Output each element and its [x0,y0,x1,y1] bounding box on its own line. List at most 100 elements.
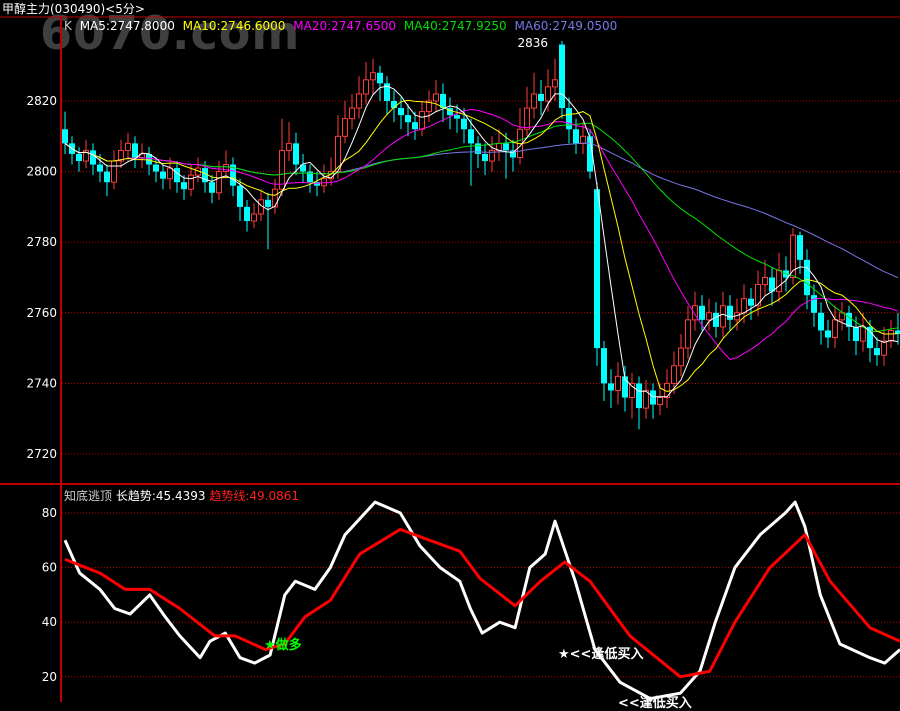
candle-up [370,72,376,81]
candle-down [90,150,96,165]
candle-down [650,390,656,405]
candle-up [832,319,838,339]
candle-down [748,298,754,306]
trend-line-value: 趋势线:49.0861 [209,489,300,503]
moving-averages [64,85,899,398]
indicator-tick-label: 40 [42,615,57,629]
candle-up [685,319,691,349]
candle-up [356,93,362,109]
candle-down [153,164,159,172]
candle-up [188,174,194,190]
candle-down [265,199,271,207]
candle-down [538,93,544,101]
candle-down [398,108,404,116]
price-tick-label: 2780 [26,235,57,249]
candle-down [573,129,579,144]
indicator-tick-label: 80 [42,506,57,520]
candle-down [636,383,642,409]
legend-k: K [64,19,72,33]
max-price-label: 2836 [517,36,548,50]
candle-up [125,142,131,151]
instrument-title: 甲醇主力(030490)<5分> [2,2,145,16]
candle-down [104,171,110,183]
candle-down [566,108,572,130]
candle-up [251,213,257,222]
candle-up [342,118,348,137]
candle-up [433,93,439,102]
chart-canvas: 2820 2800 2780 2760 2740 2720 80 60 40 20 2836 [0,16,900,702]
candle-down [97,164,103,172]
legend-ma40: MA40:2747.9250 [403,19,507,33]
indicator-lines [63,500,900,701]
candle-down [377,72,383,84]
indicator-tick-label: 60 [42,561,57,575]
price-tick-label: 2800 [26,165,57,179]
candle-up [741,298,747,314]
legend-ma60: MA60:2749.0500 [514,19,618,33]
candle-down [174,168,180,183]
candle-down [461,118,467,130]
candle-down [608,383,614,391]
indicator-legend: 知底逃顶 长趋势:45.4393 趋势线:49.0861 [64,487,299,504]
indicator-name: 知底逃顶 [64,489,113,503]
ma20-line [64,108,899,360]
indicator-tick-label: 20 [42,670,57,684]
candle-up [615,375,621,391]
candle-down [727,305,733,320]
candle-down [405,115,411,123]
grid-lines [62,100,900,678]
price-tick-label: 2820 [26,94,57,108]
candle-up [860,326,866,342]
candle-down [503,143,509,151]
candle-up [881,340,887,356]
long-trend-line [63,500,900,701]
candle-down [818,312,824,331]
candle-down [181,182,187,190]
candle-up [762,277,768,286]
candle-up [545,86,551,102]
candle-down [454,115,460,119]
candle-down [699,305,705,320]
candle-down [237,185,243,207]
candle-down [874,348,880,356]
ma5-line [64,85,899,398]
price-tick-label: 2740 [26,376,57,390]
candle-up [580,135,586,144]
candle-up [888,329,894,342]
candle-down [468,129,474,144]
price-tick-label: 2720 [26,447,57,461]
candle-down [209,182,215,193]
candle-down [811,295,817,313]
ma-legend: K MA5:2747.8000 MA10:2746.6000 MA20:2747… [64,19,621,33]
candle-up [552,79,558,88]
legend-ma20: MA20:2747.6500 [293,19,397,33]
candle-down [713,312,719,327]
candle-up [678,347,684,367]
candle-down [482,153,488,162]
candle-up [657,397,663,406]
candle-up [286,142,292,151]
candle-down [804,259,810,296]
trend-line [64,527,900,679]
candle-down [293,143,299,165]
candle-down [62,129,68,144]
candle-down [601,348,607,384]
candle-down [244,206,250,222]
candle-up [720,305,726,328]
ma40-line [64,122,899,333]
candle-down [160,171,166,179]
candle-up [671,365,677,384]
candle-up [223,164,229,173]
price-tick-label: 2760 [26,306,57,320]
candle-down [853,326,859,342]
candle-down [132,143,138,158]
buy-dip-signal: ★<<逢低买入 [558,647,644,662]
legend-ma10: MA10:2746.6000 [182,19,286,33]
candle-up [216,171,222,194]
candle-up [531,93,537,109]
candle-down [412,122,418,130]
candle-down [825,330,831,338]
candle-up [419,111,425,130]
candle-up [524,107,530,130]
candle-up [167,167,173,180]
